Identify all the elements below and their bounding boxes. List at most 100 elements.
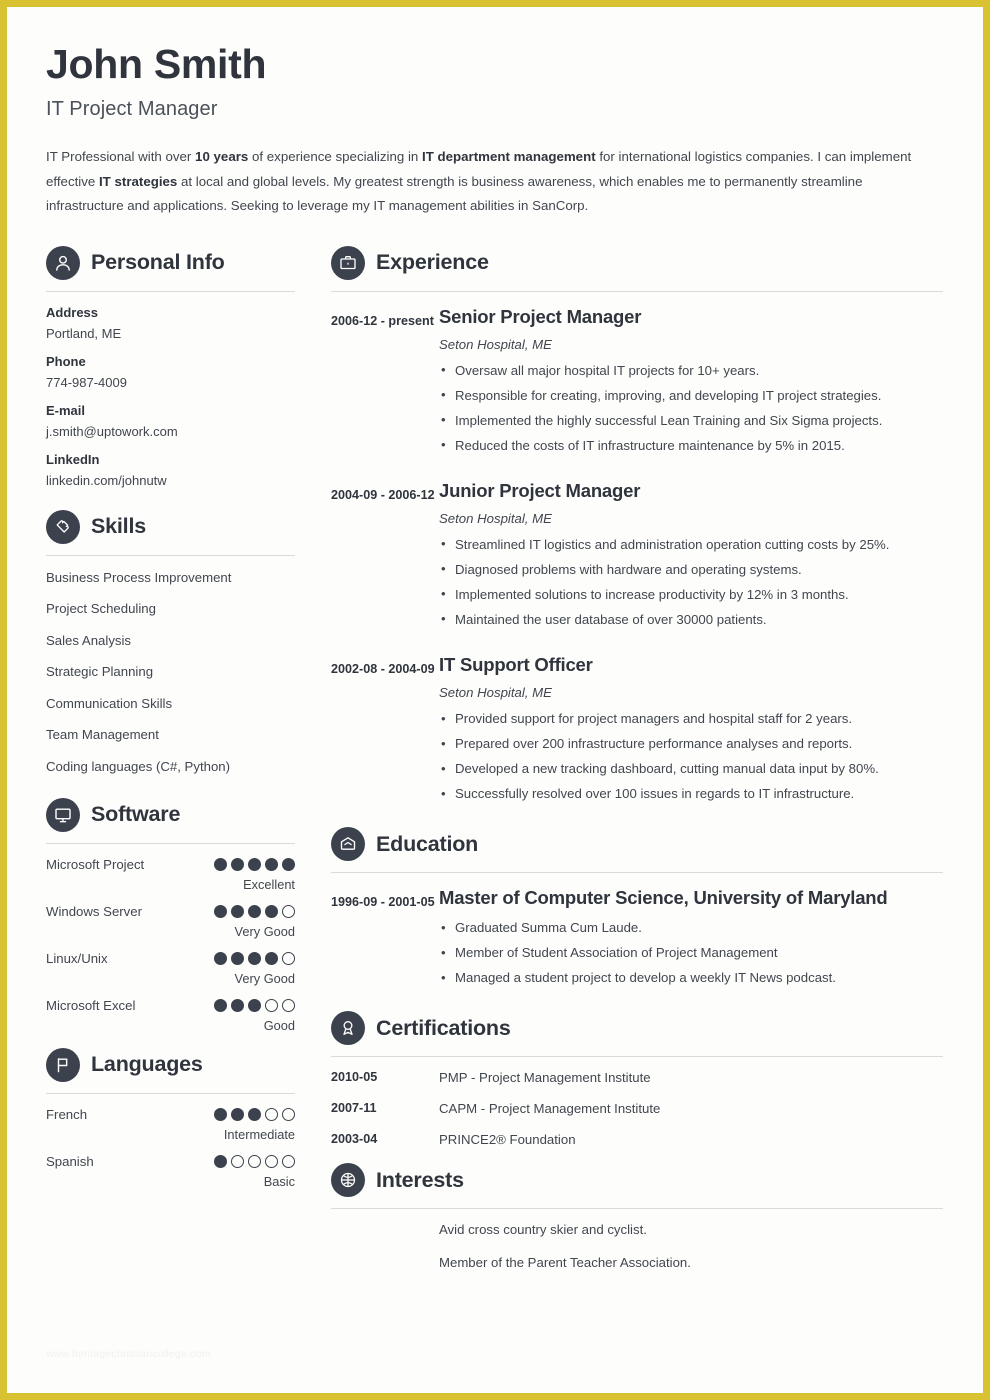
basketball-icon	[331, 1163, 365, 1198]
entry-date: 2006-12 - present	[331, 313, 434, 328]
entry-title: Senior Project Manager	[439, 305, 642, 327]
rating-dot-filled	[231, 857, 244, 871]
section-interests: Interests Avid cross country skier and c…	[331, 1163, 943, 1270]
certification-row: 2003-04 PRINCE2® Foundation	[331, 1132, 943, 1147]
entry: 2004-09 - 2006-12 Junior Project Manager S…	[331, 479, 943, 632]
certification-date: 2010-05	[331, 1070, 378, 1085]
section-education: Education 1996-09 - 2001-05 Master of Com…	[331, 827, 943, 990]
section-title: Certifications	[376, 1015, 511, 1040]
list-item: Prepared over 200 infrastructure perform…	[439, 731, 943, 756]
personal-info-list: Address Portland, ME Phone 774-987-4009 E-ma…	[46, 305, 295, 488]
interest-row: Member of the Parent Teacher Association…	[331, 1255, 943, 1270]
rating-dot-empty	[282, 998, 295, 1012]
rating-dot-filled	[265, 951, 278, 965]
list-item: Communication Skills	[46, 695, 173, 711]
section-divider	[331, 1208, 943, 1210]
section-divider	[331, 290, 943, 292]
rating-label: Linux/Unix	[46, 950, 108, 966]
watermark: www.heritagechristiancollege.com	[46, 1348, 211, 1360]
main-column: Experience 2006-12 - present Senior Proje…	[331, 245, 943, 1289]
list-item: Sales Analysis	[46, 632, 132, 648]
entry-subtitle: Seton Hospital, ME	[439, 336, 552, 352]
section-title: Skills	[91, 514, 146, 539]
rating-dot-filled	[231, 904, 244, 918]
rating-dots	[214, 857, 295, 871]
rating-dot-empty	[265, 998, 278, 1012]
rating-dot-filled	[214, 857, 227, 871]
rating-dot-empty	[265, 1107, 278, 1121]
rating-dot-empty	[282, 951, 295, 965]
entry-subtitle: Seton Hospital, ME	[439, 685, 552, 701]
page-title: John Smith	[46, 41, 267, 87]
personal-info-label: E-mail	[46, 402, 86, 418]
rating-row: French Intermediate	[46, 1107, 295, 1142]
rating-dot-filled	[214, 1154, 227, 1168]
section-title: Interests	[376, 1167, 464, 1192]
certification-date: 2007-11	[331, 1101, 377, 1116]
section-title: Software	[91, 802, 181, 827]
section-divider	[46, 842, 295, 844]
entry-bullets: Oversaw all major hospital IT projects f…	[439, 357, 943, 458]
entry-bullets: Graduated Summa Cum Laude.Member of Stud…	[439, 915, 943, 990]
rating-level: Very Good	[234, 970, 295, 986]
rating-dot-filled	[248, 951, 261, 965]
section-divider	[46, 290, 295, 292]
list-item: Successfully resolved over 100 issues in…	[439, 781, 943, 806]
rating-dot-filled	[248, 1107, 261, 1121]
rating-row: Linux/Unix Very Good	[46, 951, 295, 986]
section-personal-info: Personal Info Address Portland, ME Phone 77…	[46, 245, 295, 488]
rating-row: Microsoft Project Excellent	[46, 857, 295, 892]
professional-summary: IT Professional with over 10 years of ex…	[46, 149, 912, 214]
list-item: Implemented solutions to increase produc…	[439, 581, 943, 607]
rating-level: Basic	[263, 1173, 295, 1189]
certification-row: 2007-11 CAPM - Project Management Institu…	[331, 1101, 943, 1116]
personal-info-value: j.smith@uptowork.com	[46, 423, 178, 439]
list-item: Managed a student project to develop a w…	[439, 965, 943, 990]
list-item: Oversaw all major hospital IT projects f…	[439, 357, 943, 383]
list-item: Streamlined IT logistics and administrat…	[439, 531, 943, 557]
rating-label: Spanish	[46, 1153, 94, 1169]
rating-label: Microsoft Excel	[46, 997, 136, 1013]
section-title: Experience	[376, 250, 489, 275]
interest-spacer	[331, 1222, 439, 1237]
personal-info-value: 774-987-4009	[46, 374, 127, 390]
interest-text: Member of the Parent Teacher Association…	[439, 1255, 691, 1271]
list-item: Project Scheduling	[46, 601, 156, 617]
certification-name: PMP - Project Management Institute	[439, 1070, 651, 1086]
rating-level: Intermediate	[223, 1126, 295, 1142]
rating-row: Spanish Basic	[46, 1154, 295, 1189]
certification-name: PRINCE2® Foundation	[439, 1132, 576, 1148]
rating-dot-filled	[248, 998, 261, 1012]
certification-date: 2003-04	[331, 1132, 378, 1147]
resume-body: Personal Info Address Portland, ME Phone 77…	[46, 245, 943, 1289]
rating-dot-filled	[231, 998, 244, 1012]
rating-dot-filled	[248, 904, 261, 918]
interest-spacer	[331, 1255, 439, 1270]
section-divider	[46, 554, 295, 556]
list-item: Member of Student Association of Project…	[439, 940, 943, 965]
entry-title: IT Support Officer	[439, 653, 593, 675]
languages-rating-list: French Intermediate Spanish Basic	[46, 1107, 295, 1189]
entry-date: 1996-09 - 2001-05	[331, 895, 435, 910]
puzzle-icon	[46, 509, 80, 544]
section-divider	[46, 1092, 295, 1094]
resume-page: John Smith IT Project Manager IT Profess…	[0, 0, 990, 1400]
personal-info-label: Address	[46, 304, 99, 320]
personal-info-value: linkedin.com/johnutw	[46, 472, 167, 488]
rating-level: Excellent	[243, 876, 295, 892]
section-software: Software Microsoft Project Excellent Windo…	[46, 797, 295, 1033]
job-title: IT Project Manager	[46, 98, 218, 121]
entry-date: 2002-08 - 2004-09	[331, 661, 435, 676]
award-ribbon-icon	[331, 1011, 365, 1046]
monitor-icon	[46, 797, 80, 832]
rating-dot-filled	[214, 951, 227, 965]
education-entries: 1996-09 - 2001-05 Master of Computer Scie…	[331, 886, 943, 990]
entry-date: 2004-09 - 2006-12	[331, 487, 435, 502]
rating-label: Windows Server	[46, 903, 143, 919]
list-item: Coding languages (C#, Python)	[46, 758, 231, 774]
rating-dots	[214, 998, 295, 1012]
rating-dot-filled	[214, 904, 227, 918]
rating-label: French	[46, 1106, 88, 1122]
experience-entries: 2006-12 - present Senior Project Manager S…	[331, 305, 943, 806]
section-title: Education	[376, 831, 479, 856]
